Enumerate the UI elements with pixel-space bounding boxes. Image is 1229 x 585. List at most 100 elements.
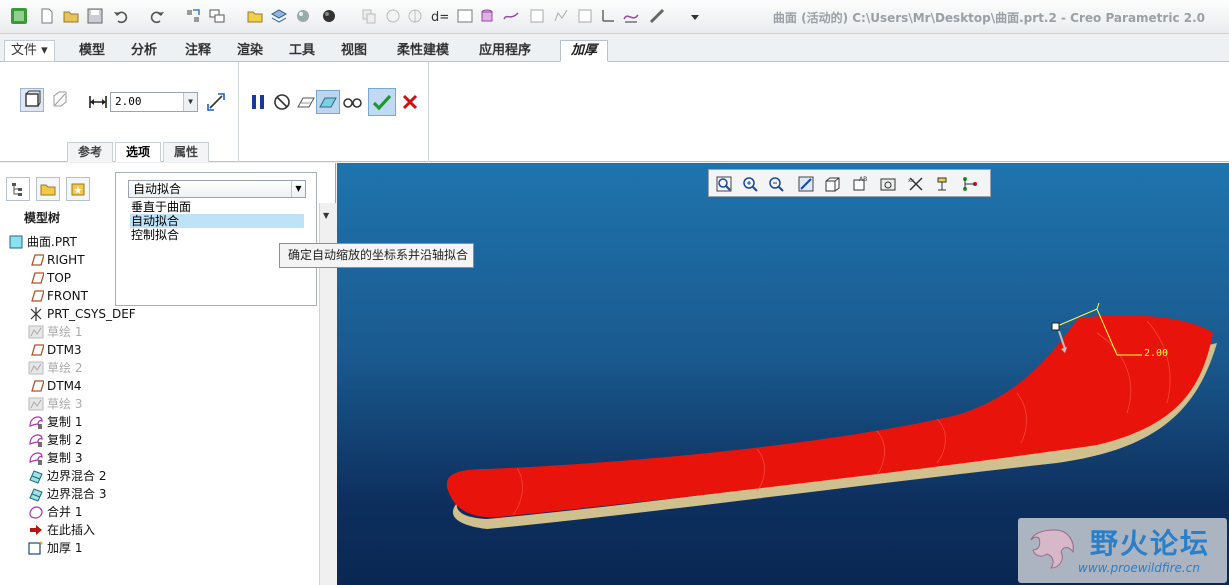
datum-plane-icon <box>28 288 44 304</box>
datum-icon[interactable] <box>478 7 496 25</box>
parameters-icon[interactable]: d= <box>430 7 448 25</box>
save-icon[interactable] <box>86 7 104 25</box>
subtab-references[interactable]: 参考 <box>67 142 114 162</box>
open-icon[interactable] <box>62 7 80 25</box>
saved-views-icon[interactable]: AB <box>849 173 871 195</box>
tree-item[interactable]: RIGHT <box>28 251 85 269</box>
new-icon[interactable] <box>38 7 56 25</box>
spin-center-icon[interactable] <box>959 173 981 195</box>
tree-item[interactable]: 草绘 3 <box>28 395 82 413</box>
solid-thicken-icon[interactable] <box>20 88 44 112</box>
tab-view[interactable]: 视图 <box>330 40 378 62</box>
svg-text:AB: AB <box>859 176 867 183</box>
tree-item[interactable]: TOP <box>28 269 71 287</box>
copy-icon[interactable] <box>360 7 378 25</box>
fit-method-select[interactable]: 自动拟合 ▼ <box>128 180 306 198</box>
csys-tool-icon[interactable] <box>600 7 618 25</box>
tree-item[interactable]: 曲面.PRT <box>8 233 77 251</box>
ok-button[interactable] <box>368 88 396 116</box>
tree-item[interactable]: 加厚 1 <box>28 539 82 557</box>
relations-icon[interactable] <box>406 7 424 25</box>
sphere-icon[interactable] <box>320 7 338 25</box>
annotation-display-icon[interactable] <box>931 173 953 195</box>
folder-icon[interactable] <box>246 7 264 25</box>
appearance-icon[interactable] <box>294 7 312 25</box>
chevron-down-icon[interactable]: ▼ <box>323 211 329 220</box>
layers-icon[interactable] <box>270 7 288 25</box>
repaint-icon[interactable] <box>795 173 817 195</box>
tree-item-label: 草绘 3 <box>47 397 83 411</box>
graphics-window[interactable]: 2.00 AB xx 野火论坛 www.proewildfire.cn <box>337 163 1229 585</box>
cancel-button[interactable] <box>398 90 422 114</box>
tree-item[interactable]: 复制 1 <box>28 413 82 431</box>
chevron-down-icon[interactable]: ▼ <box>291 181 305 197</box>
tree-item[interactable]: PRT_CSYS_DEF <box>28 305 136 323</box>
customize-icon[interactable] <box>686 7 704 25</box>
zoom-in-icon[interactable] <box>739 173 761 195</box>
tree-item[interactable]: 复制 3 <box>28 449 82 467</box>
flip-direction-icon[interactable] <box>204 90 228 114</box>
copy-surface-icon <box>28 414 44 430</box>
window-title: 曲面 (活动的) C:\Users\Mr\Desktop\曲面.prt.2 - … <box>772 11 1205 25</box>
redo-icon[interactable] <box>148 7 166 25</box>
tree-item-label: 合并 1 <box>47 505 83 519</box>
tab-analysis[interactable]: 分析 <box>120 40 168 62</box>
surface-icon[interactable] <box>528 7 546 25</box>
verify-glasses-icon[interactable] <box>340 90 364 114</box>
tab-applications[interactable]: 应用程序 <box>468 40 542 62</box>
tab-render[interactable]: 渲染 <box>226 40 274 62</box>
close-icon <box>402 94 418 110</box>
tree-item[interactable]: DTM3 <box>28 341 82 359</box>
tree-item[interactable]: 边界混合 2 <box>28 467 106 485</box>
view-manager-icon[interactable] <box>877 173 899 195</box>
tree-item-label: 复制 1 <box>47 415 83 429</box>
remove-material-icon[interactable] <box>48 88 72 112</box>
windows-icon[interactable] <box>208 7 226 25</box>
tree-item[interactable]: 复制 2 <box>28 431 82 449</box>
zoom-out-icon[interactable] <box>765 173 787 195</box>
paste-icon[interactable] <box>384 7 402 25</box>
thickness-input[interactable]: 2.00 ▼ <box>110 92 198 112</box>
attached-preview-icon[interactable] <box>294 90 318 114</box>
subtab-options[interactable]: 选项 <box>115 142 162 162</box>
tree-item[interactable]: FRONT <box>28 287 88 305</box>
datum-display-icon[interactable]: xx <box>905 173 927 195</box>
option-auto-fit[interactable]: 自动拟合 <box>130 214 304 228</box>
measure-icon[interactable] <box>622 7 640 25</box>
tab-annotate[interactable]: 注释 <box>174 40 222 62</box>
tree-item[interactable]: DTM4 <box>28 377 82 395</box>
tree-item[interactable]: 草绘 1 <box>28 323 82 341</box>
tree-item[interactable]: 草绘 2 <box>28 359 82 377</box>
app-icon[interactable] <box>10 7 28 25</box>
tab-thicken[interactable]: 加厚 <box>560 40 609 62</box>
sketch-tool-icon[interactable] <box>552 7 570 25</box>
tree-item-label: 复制 2 <box>47 433 83 447</box>
folder-browser-tab[interactable] <box>36 177 60 201</box>
option-controlled-fit[interactable]: 控制拟合 <box>130 228 304 242</box>
no-preview-icon[interactable] <box>270 90 294 114</box>
tree-item[interactable]: 边界混合 3 <box>28 485 106 503</box>
tree-item[interactable]: 在此插入 <box>28 521 95 539</box>
tab-tools[interactable]: 工具 <box>278 40 326 62</box>
tab-flexible-modeling[interactable]: 柔性建模 <box>386 40 460 62</box>
family-table-icon[interactable] <box>456 7 474 25</box>
undo-icon[interactable] <box>112 7 130 25</box>
tab-file[interactable]: 文件 ▾ <box>4 40 55 62</box>
favorites-tab[interactable] <box>66 177 90 201</box>
chevron-down-icon[interactable]: ▼ <box>183 93 197 111</box>
subtab-properties[interactable]: 属性 <box>163 142 210 162</box>
model-tree-tab[interactable] <box>6 177 30 201</box>
refit-icon[interactable] <box>713 173 735 195</box>
display-style-icon[interactable] <box>821 173 843 195</box>
pause-icon[interactable] <box>246 90 270 114</box>
analysis-icon[interactable] <box>502 7 520 25</box>
tab-model[interactable]: 模型 <box>68 40 116 62</box>
model-tool-icon[interactable] <box>576 7 594 25</box>
tree-item[interactable]: 合并 1 <box>28 503 82 521</box>
ruler-icon[interactable] <box>648 7 666 25</box>
regenerate-icon[interactable] <box>184 7 202 25</box>
ribbon-divider <box>238 62 239 162</box>
geometry-preview-icon[interactable] <box>316 90 340 114</box>
option-normal-to-surface[interactable]: 垂直于曲面 <box>130 200 304 214</box>
thickness-dimension-label[interactable]: 2.00 <box>1144 348 1168 359</box>
